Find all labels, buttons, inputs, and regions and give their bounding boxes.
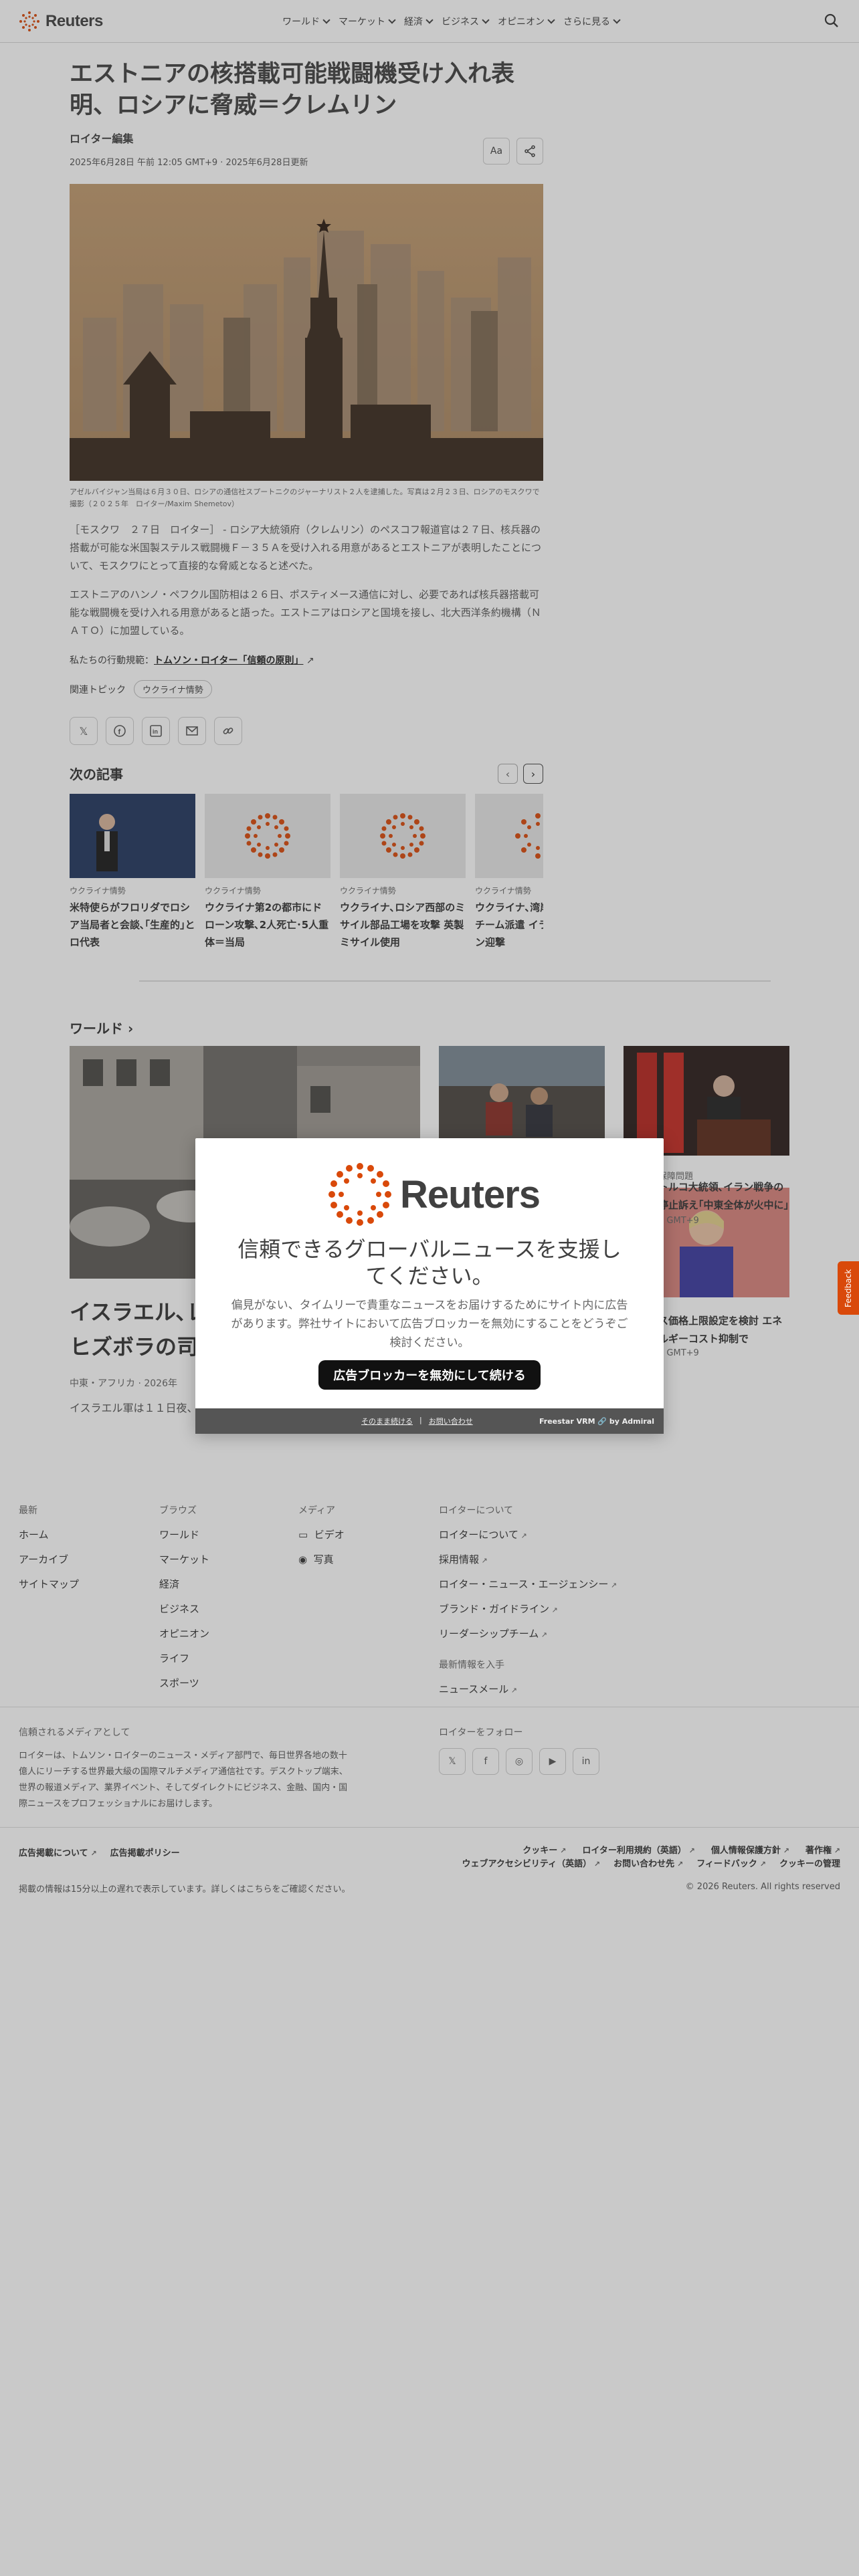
modal-heading: 信頼できるグローバルニュースを支援してください。 (237, 1237, 622, 1289)
disable-adblock-button[interactable]: 広告ブロッカーを無効にして続ける (318, 1360, 541, 1390)
separator: | (419, 1416, 422, 1424)
feedback-tab[interactable]: Feedback (838, 1261, 859, 1315)
adblock-modal: Reuters 信頼できるグローバルニュースを支援してください。 偏見がない、タ… (195, 1138, 664, 1434)
modal-logo: Reuters (328, 1162, 541, 1226)
modal-footer: そのまま続ける | お問い合わせ Freestar VRM 🔗 by Admir… (195, 1408, 664, 1434)
contact-link[interactable]: お問い合わせ (429, 1416, 473, 1426)
provider-credit[interactable]: Freestar VRM 🔗 by Admiral (539, 1417, 654, 1426)
modal-body: 偏見がない、タイムリーで貴重なニュースをお届けするためにサイト内に広告があります… (231, 1299, 628, 1350)
continue-link[interactable]: そのまま続ける (361, 1416, 413, 1426)
modal-brand-name: Reuters (400, 1172, 541, 1216)
reuters-dots-icon (328, 1163, 391, 1226)
